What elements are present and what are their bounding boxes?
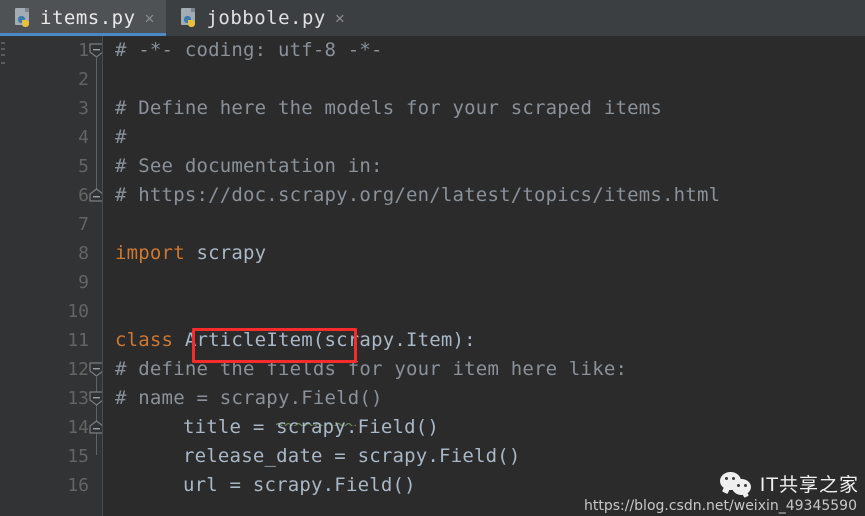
code-row[interactable] xyxy=(103,268,865,297)
line-number: 3 xyxy=(78,98,89,119)
line-number: 5 xyxy=(78,156,89,177)
code-row[interactable] xyxy=(103,297,865,326)
line-number: 12 xyxy=(67,359,89,380)
watermark-url: https://blog.csdn.net/weixin_49345590 xyxy=(583,498,857,514)
fold-connector-line xyxy=(96,377,97,455)
line-number: 9 xyxy=(78,272,89,293)
code-editor[interactable]: 1 2 3 4 5 6 7 8 9 10 11 12 13 14 15 16 #… xyxy=(0,36,865,516)
tab-label: jobbole.py xyxy=(206,7,326,29)
close-icon[interactable]: × xyxy=(333,10,345,27)
code-row[interactable]: import scrapy xyxy=(103,239,865,268)
python-file-icon xyxy=(180,7,199,29)
code-line-15: release_date = scrapy.Field() xyxy=(183,445,521,467)
line-number: 11 xyxy=(67,330,89,351)
code-line-11: class ArticleItem(scrapy.Item): xyxy=(115,326,476,355)
line-number: 8 xyxy=(78,243,89,264)
code-row[interactable]: # -*- coding: utf-8 -*- xyxy=(103,36,865,65)
code-line-5: # See documentation in: xyxy=(115,155,383,177)
close-icon[interactable]: × xyxy=(143,10,155,27)
class-name-articleitem: ArticleItem xyxy=(184,329,313,351)
code-row[interactable] xyxy=(103,210,865,239)
code-row[interactable]: # See documentation in: xyxy=(103,152,865,181)
editor-gutter[interactable]: 1 2 3 4 5 6 7 8 9 10 11 12 13 14 15 16 xyxy=(9,36,104,516)
code-line-4: # xyxy=(115,126,127,148)
line-number: 16 xyxy=(67,475,89,496)
watermark-brand-name: IT共享之家 xyxy=(759,474,859,496)
code-row[interactable] xyxy=(103,65,865,94)
line-number: 14 xyxy=(67,417,89,438)
pycharm-window: items.py × jobbole.py × 1 2 3 4 5 6 7 8 … xyxy=(0,0,865,516)
code-row[interactable]: title = scrapy.Field() xyxy=(103,413,865,442)
spellcheck-squiggle xyxy=(275,406,357,428)
line-number: 10 xyxy=(67,301,89,322)
line-number: 7 xyxy=(78,214,89,235)
tab-jobbole-py[interactable]: jobbole.py × xyxy=(166,0,356,36)
code-line-1: # -*- coding: utf-8 -*- xyxy=(115,39,383,61)
editor-tab-bar: items.py × jobbole.py × xyxy=(0,0,865,36)
code-row[interactable]: # xyxy=(103,123,865,152)
line-number: 13 xyxy=(67,388,89,409)
line-number: 1 xyxy=(78,40,89,61)
line-number: 6 xyxy=(78,185,89,206)
line-number: 15 xyxy=(67,446,89,467)
code-line-3: # Define here the models for your scrape… xyxy=(115,97,663,119)
class-bases: (scrapy.Item): xyxy=(312,329,476,351)
watermark: IT共享之家 https://blog.csdn.net/weixin_4934… xyxy=(584,470,859,514)
code-row[interactable]: # define the fields for your item here l… xyxy=(103,355,865,384)
code-row[interactable]: release_date = scrapy.Field() xyxy=(103,442,865,471)
tab-items-py[interactable]: items.py × xyxy=(0,0,167,36)
code-line-6: # https://doc.scrapy.org/en/latest/topic… xyxy=(115,184,721,206)
fold-connector-line xyxy=(96,58,97,190)
code-line-8: import scrapy xyxy=(115,239,266,268)
code-line-12: # define the fields for your item here l… xyxy=(115,358,628,380)
keyword-class: class xyxy=(115,329,174,351)
python-file-icon xyxy=(14,7,33,29)
watermark-brand: IT共享之家 xyxy=(719,470,859,497)
code-row[interactable]: # Define here the models for your scrape… xyxy=(103,94,865,123)
code-content[interactable]: # -*- coding: utf-8 -*- # Define here th… xyxy=(103,36,865,516)
code-row[interactable]: class ArticleItem(scrapy.Item): xyxy=(103,326,865,355)
tab-label: items.py xyxy=(40,7,136,29)
line-number: 4 xyxy=(78,127,89,148)
module-scrapy: scrapy xyxy=(196,242,267,264)
code-row[interactable]: # name = scrapy.Field() xyxy=(103,384,865,428)
code-line-14: title = scrapy.Field() xyxy=(183,416,440,438)
keyword-import: import xyxy=(115,242,185,264)
code-line-16: url = scrapy.Field() xyxy=(183,474,416,496)
line-number: 2 xyxy=(78,69,89,90)
editor-marker-strip[interactable] xyxy=(0,36,9,516)
wechat-icon xyxy=(719,471,754,496)
code-row[interactable]: # https://doc.scrapy.org/en/latest/topic… xyxy=(103,181,865,210)
